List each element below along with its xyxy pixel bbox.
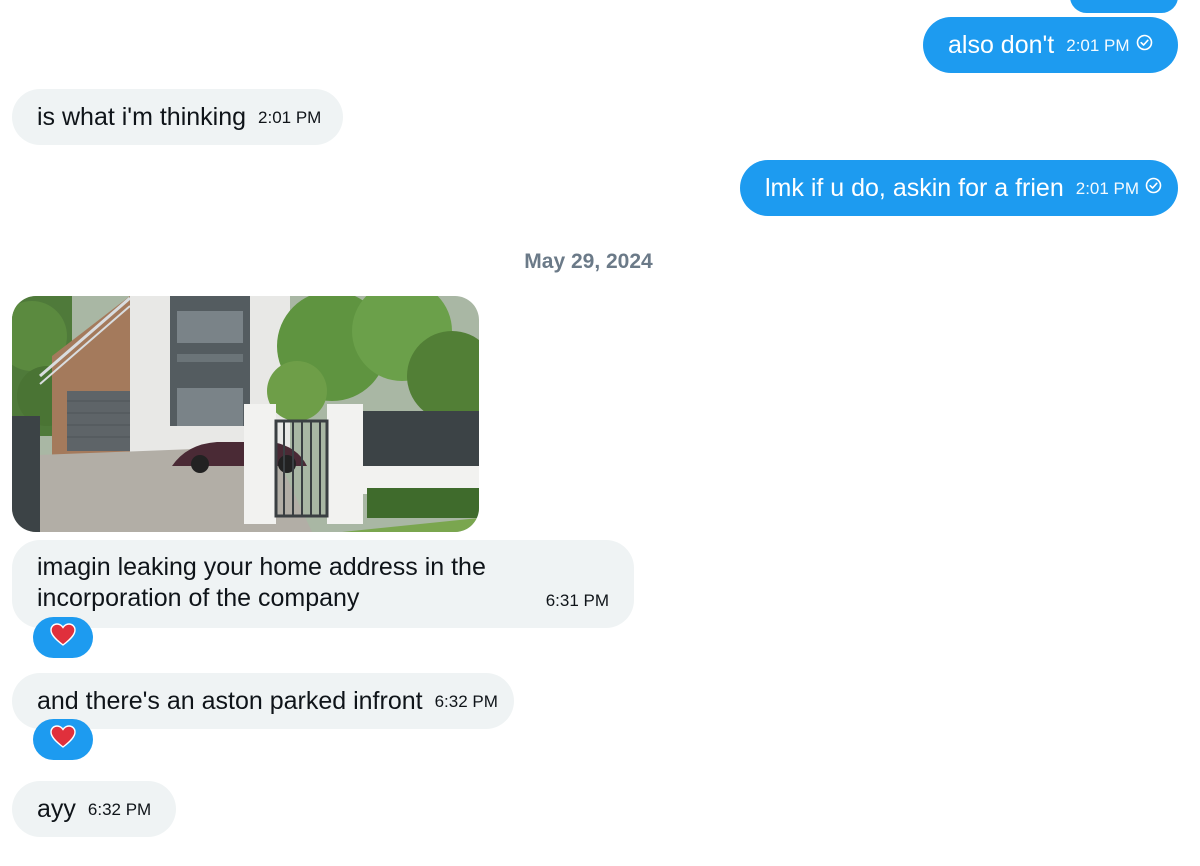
message-bubble-incoming[interactable]: imagin leaking your home address in the …	[12, 540, 634, 628]
message-bubble-incoming[interactable]: ayy 6:32 PM	[12, 781, 176, 837]
sent-check-icon	[1145, 171, 1162, 202]
message-text: and there's an aston parked infront	[37, 686, 423, 715]
message-text-line-1: imagin leaking your home address in the	[37, 553, 486, 581]
message-bubble-incoming[interactable]: is what i'm thinking 2:01 PM	[12, 89, 343, 145]
message-time: 2:01 PM	[1066, 35, 1130, 55]
message-time: 2:01 PM	[1075, 178, 1140, 198]
message-bubble-incoming[interactable]: and there's an aston parked infront 6:32…	[12, 673, 514, 729]
message-time: 2:01 PM	[258, 107, 322, 127]
message-time: 6:32 PM	[87, 799, 152, 819]
red-heart-icon	[50, 725, 76, 754]
message-time: 6:31 PM	[545, 591, 609, 610]
red-heart-icon	[50, 623, 76, 652]
message-time: 6:32 PM	[434, 691, 498, 711]
date-separator: May 29, 2024	[524, 250, 653, 273]
image-message-house-photo[interactable]	[12, 296, 479, 532]
message-bubble-cutoff[interactable]	[1070, 0, 1178, 13]
reaction-pill[interactable]	[33, 719, 93, 760]
reaction-pill[interactable]	[33, 617, 93, 658]
message-bubble-outgoing[interactable]: also don't 2:01 PM	[923, 17, 1178, 73]
message-text-line-2: incorporation of the company	[37, 584, 360, 612]
message-text: ayy	[37, 794, 76, 823]
message-text: lmk if u do, askin for a frien	[765, 173, 1064, 202]
message-bubble-outgoing[interactable]: lmk if u do, askin for a frien 2:01 PM	[740, 160, 1178, 216]
message-text: also don't	[948, 30, 1055, 59]
sent-check-icon	[1136, 28, 1153, 59]
message-text: is what i'm thinking	[37, 102, 247, 131]
